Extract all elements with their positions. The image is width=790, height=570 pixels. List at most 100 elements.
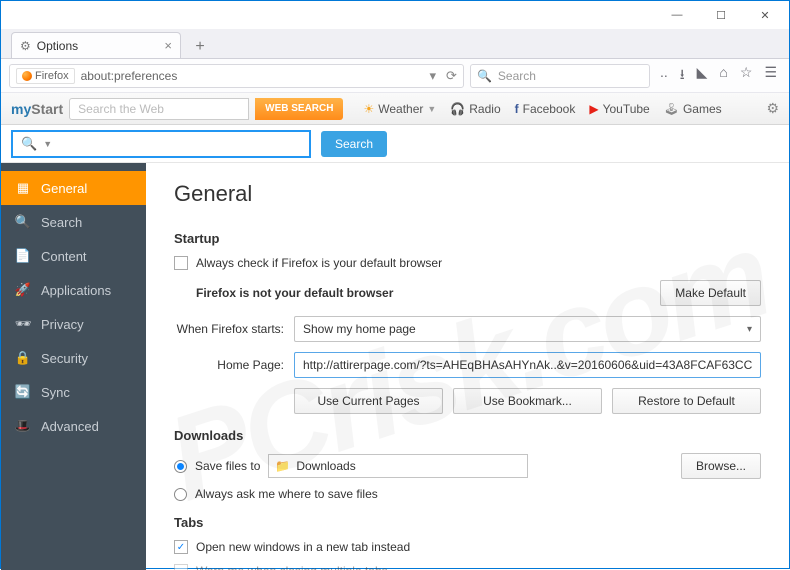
downloads-icon[interactable]: ⭳ xyxy=(680,64,685,88)
sidebar-item-applications[interactable]: 🚀Applications xyxy=(1,273,146,307)
page-search-input[interactable]: 🔍 ▼ xyxy=(11,130,311,158)
mask-icon: 🕶 xyxy=(15,316,31,332)
window-titlebar: — ☐ ✕ xyxy=(1,1,789,29)
restore-default-button[interactable]: Restore to Default xyxy=(612,388,761,414)
mystart-search-placeholder: Search the Web xyxy=(78,102,164,116)
navigation-toolbar: Firefox about:preferences ▾ ⟳ 🔍 Search .… xyxy=(1,59,789,93)
youtube-icon: ▶ xyxy=(589,102,598,116)
search-box[interactable]: 🔍 Search xyxy=(470,64,650,88)
sidebar-item-content[interactable]: 📄Content xyxy=(1,239,146,273)
save-files-row: Save files to 📁 Downloads Browse... xyxy=(174,453,761,479)
browse-button[interactable]: Browse... xyxy=(681,453,761,479)
mystart-settings-icon[interactable]: ⚙ xyxy=(766,100,779,117)
mystart-radio[interactable]: 🎧Radio xyxy=(450,102,500,116)
general-icon: ▦ xyxy=(15,180,31,196)
startup-heading: Startup xyxy=(174,231,761,246)
mystart-links: ☀Weather▼ 🎧Radio fFacebook ▶YouTube 🕹Gam… xyxy=(363,102,721,116)
open-new-checkbox[interactable]: ✓ xyxy=(174,540,188,554)
new-tab-button[interactable]: + xyxy=(187,36,213,58)
make-default-button[interactable]: Make Default xyxy=(660,280,761,306)
search-icon: 🔍 xyxy=(15,214,31,230)
open-new-label: Open new windows in a new tab instead xyxy=(196,540,410,554)
open-new-row: ✓ Open new windows in a new tab instead xyxy=(174,540,761,554)
identity-label: Firefox xyxy=(35,70,69,82)
menu-icon[interactable]: ☰ xyxy=(764,64,777,88)
mystart-weather[interactable]: ☀Weather▼ xyxy=(363,102,436,116)
sidebar-item-search[interactable]: 🔍Search xyxy=(1,205,146,239)
mystart-search-input[interactable]: Search the Web xyxy=(69,98,249,120)
use-bookmark-button[interactable]: Use Bookmark... xyxy=(453,388,602,414)
warn-close-row: Warn me when closing multiple tabs xyxy=(174,564,761,570)
joystick-icon: 🕹 xyxy=(664,102,679,116)
headphones-icon: 🎧 xyxy=(450,102,465,116)
warn-close-checkbox[interactable] xyxy=(174,564,188,570)
toolbar-buttons: .. ⭳ ◣ ⌂ ☆ ☰ xyxy=(656,64,781,88)
dropdown-icon[interactable]: ▾ xyxy=(430,68,437,84)
chevron-down-icon[interactable]: ▼ xyxy=(43,139,52,149)
not-default-text: Firefox is not your default browser xyxy=(196,286,393,300)
always-check-row: Always check if Firefox is your default … xyxy=(174,256,761,270)
search-icon: 🔍 xyxy=(477,69,492,83)
identity-badge[interactable]: Firefox xyxy=(16,68,75,84)
always-ask-row: Always ask me where to save files xyxy=(174,487,761,501)
bookmark-dropdown-icon[interactable]: .. xyxy=(660,64,668,88)
save-files-radio[interactable] xyxy=(174,460,187,473)
preferences-content: ▦General 🔍Search 📄Content 🚀Applications … xyxy=(1,163,789,570)
search-placeholder: Search xyxy=(498,69,536,83)
home-page-row: Home Page: xyxy=(174,352,761,378)
preferences-main: PCrisk.com General Startup Always check … xyxy=(146,163,789,570)
downloads-path[interactable]: 📁 Downloads xyxy=(268,454,528,478)
tabs-heading: Tabs xyxy=(174,515,761,530)
page-title: General xyxy=(174,181,761,207)
when-starts-label: When Firefox starts: xyxy=(174,322,284,336)
page-search-button[interactable]: Search xyxy=(321,131,387,157)
gear-icon: ⚙ xyxy=(20,39,31,53)
home-page-label: Home Page: xyxy=(174,358,284,372)
bookmark-star-icon[interactable]: ☆ xyxy=(740,64,753,88)
minimize-button[interactable]: — xyxy=(655,1,699,29)
when-starts-select[interactable]: Show my home page ▾ xyxy=(294,316,761,342)
default-browser-row: Firefox is not your default browser Make… xyxy=(196,280,761,306)
home-page-buttons: Use Current Pages Use Bookmark... Restor… xyxy=(294,388,761,414)
when-starts-row: When Firefox starts: Show my home page ▾ xyxy=(174,316,761,342)
sidebar-item-advanced[interactable]: 🎩Advanced xyxy=(1,409,146,443)
url-actions: ▾ ⟳ xyxy=(430,68,457,84)
sidebar-item-sync[interactable]: 🔄Sync xyxy=(1,375,146,409)
always-ask-label: Always ask me where to save files xyxy=(195,487,378,501)
tab-options[interactable]: ⚙ Options × xyxy=(11,32,181,58)
url-bar[interactable]: Firefox about:preferences ▾ ⟳ xyxy=(9,64,464,88)
tab-close-icon[interactable]: × xyxy=(164,38,172,53)
mystart-games[interactable]: 🕹Games xyxy=(664,102,722,116)
page-search-row: 🔍 ▼ Search xyxy=(1,125,789,163)
folder-icon: 📁 xyxy=(275,459,290,473)
tab-title: Options xyxy=(37,39,78,53)
use-current-pages-button[interactable]: Use Current Pages xyxy=(294,388,443,414)
close-button[interactable]: ✕ xyxy=(743,1,787,29)
chevron-down-icon: ▾ xyxy=(747,324,752,335)
mystart-search-button[interactable]: WEB SEARCH xyxy=(255,98,343,120)
save-files-label: Save files to xyxy=(195,459,260,473)
downloads-path-text: Downloads xyxy=(296,459,355,473)
always-check-checkbox[interactable] xyxy=(174,256,188,270)
magnifier-icon: 🔍 xyxy=(21,136,37,152)
when-starts-value: Show my home page xyxy=(303,322,416,336)
advanced-icon: 🎩 xyxy=(15,418,31,434)
home-icon[interactable]: ⌂ xyxy=(719,64,727,88)
url-text: about:preferences xyxy=(81,69,178,83)
home-page-input[interactable] xyxy=(294,352,761,378)
sidebar-item-general[interactable]: ▦General xyxy=(1,171,146,205)
pocket-icon[interactable]: ◣ xyxy=(697,64,708,88)
mystart-toolbar: myStart Search the Web WEB SEARCH ☀Weath… xyxy=(1,93,789,125)
maximize-button[interactable]: ☐ xyxy=(699,1,743,29)
always-check-label: Always check if Firefox is your default … xyxy=(196,256,442,270)
content-icon: 📄 xyxy=(15,248,31,264)
lock-icon: 🔒 xyxy=(15,350,31,366)
reload-icon[interactable]: ⟳ xyxy=(446,68,457,84)
mystart-facebook[interactable]: fFacebook xyxy=(515,102,576,116)
preferences-sidebar: ▦General 🔍Search 📄Content 🚀Applications … xyxy=(1,163,146,570)
mystart-youtube[interactable]: ▶YouTube xyxy=(589,102,649,116)
sidebar-item-security[interactable]: 🔒Security xyxy=(1,341,146,375)
always-ask-radio[interactable] xyxy=(174,488,187,501)
tab-strip: ⚙ Options × + xyxy=(1,29,789,59)
sidebar-item-privacy[interactable]: 🕶Privacy xyxy=(1,307,146,341)
